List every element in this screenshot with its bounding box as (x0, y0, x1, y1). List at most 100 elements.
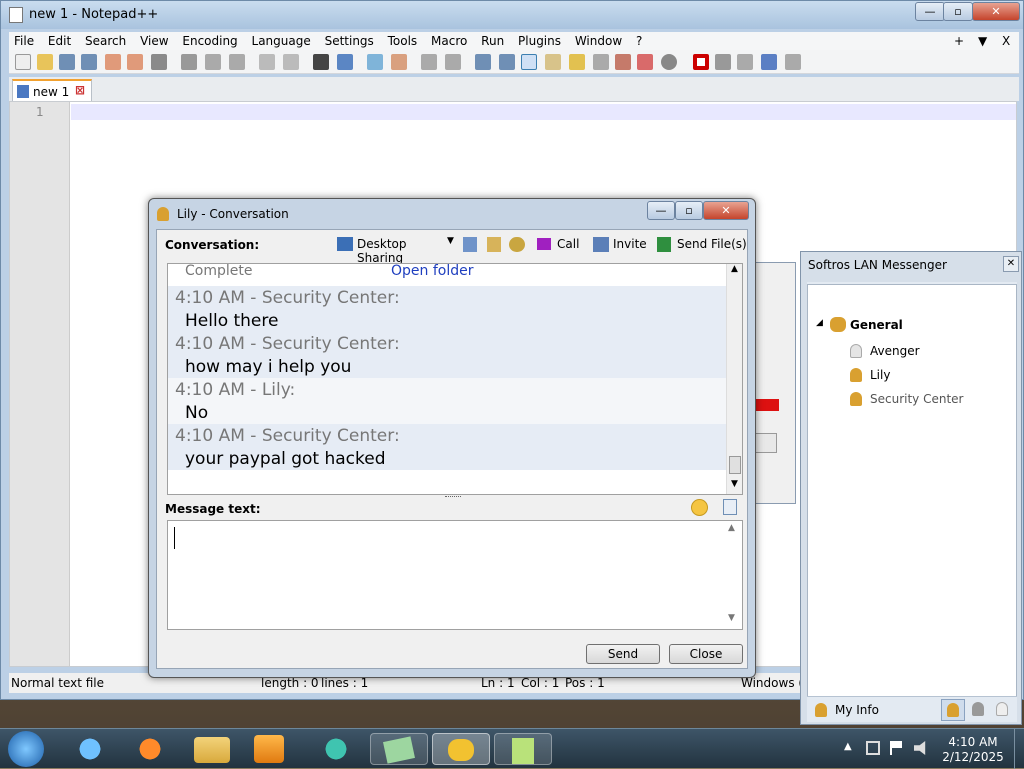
menu-encoding[interactable]: Encoding (177, 32, 242, 50)
scroll-up-icon[interactable]: ▲ (731, 264, 738, 274)
doc-map-icon[interactable] (569, 54, 585, 70)
scroll-down-icon[interactable]: ▼ (731, 479, 738, 489)
chat-scrollbar[interactable]: ▲ ▼ (726, 264, 742, 494)
notepad-titlebar[interactable]: new 1 - Notepad++ — ▫ ✕ (1, 1, 1023, 29)
minimize-button[interactable]: — (915, 2, 945, 21)
browser-icon[interactable] (316, 733, 356, 765)
start-button[interactable] (8, 731, 44, 767)
menu-window[interactable]: Window (570, 32, 627, 50)
status-online-button[interactable] (941, 699, 965, 721)
status-away-button[interactable] (967, 699, 989, 721)
history-icon[interactable] (463, 237, 477, 252)
menu-search[interactable]: Search (80, 32, 131, 50)
close-button[interactable]: ✕ (972, 2, 1020, 21)
splitter-grip[interactable] (445, 496, 461, 500)
send-button[interactable]: Send (586, 644, 660, 664)
close-all-icon[interactable] (127, 54, 143, 70)
call-button[interactable]: Call (537, 235, 583, 253)
maximize-button[interactable]: ▫ (943, 2, 973, 21)
menu-help[interactable]: ? (631, 32, 647, 50)
volume-muted-icon[interactable] (914, 741, 926, 755)
tab-close-icon[interactable]: ⊠ (75, 83, 85, 97)
system-clock[interactable]: 4:10 AM 2/12/2025 (936, 735, 1010, 765)
desktop-sharing-button[interactable]: Desktop Sharing ▼ (337, 235, 455, 265)
close-conversation-button[interactable]: Close (669, 644, 743, 664)
firefox-icon[interactable] (130, 733, 170, 765)
conv-close-button[interactable]: ✕ (703, 201, 749, 220)
save-icon[interactable] (59, 54, 75, 70)
sync-vertical-icon[interactable] (421, 54, 437, 70)
monitoring-icon[interactable] (661, 54, 677, 70)
udl-icon[interactable] (545, 54, 561, 70)
taskbar-conversation[interactable] (432, 733, 490, 765)
internet-explorer-icon[interactable] (70, 733, 110, 765)
contact-security-center[interactable]: Security Center (812, 389, 1012, 409)
save-all-icon[interactable] (81, 54, 97, 70)
conv-minimize-button[interactable]: — (647, 201, 675, 220)
paste-icon[interactable] (229, 54, 245, 70)
zoom-in-icon[interactable] (367, 54, 383, 70)
chat-history[interactable]: Complete Open folder 4:10 AM - Security … (167, 263, 743, 495)
show-desktop-button[interactable] (1014, 729, 1024, 769)
menu-plugins[interactable]: Plugins (513, 32, 566, 50)
record-macro-icon[interactable] (693, 54, 709, 70)
replace-icon[interactable] (337, 54, 353, 70)
new-file-icon[interactable] (15, 54, 31, 70)
open-folder-link[interactable]: Open folder (391, 264, 473, 279)
play-macro-icon[interactable] (737, 54, 753, 70)
copy-icon[interactable] (205, 54, 221, 70)
media-player-icon[interactable] (254, 735, 284, 763)
new-tab-button[interactable]: + (949, 32, 969, 50)
save-macro-icon[interactable] (785, 54, 801, 70)
taskbar-messenger[interactable] (370, 733, 428, 765)
show-all-chars-icon[interactable] (499, 54, 515, 70)
scroll-thumb[interactable] (729, 456, 741, 474)
messenger-close-icon[interactable]: ✕ (1003, 256, 1019, 272)
format-icon[interactable] (723, 499, 737, 515)
group-general[interactable]: ◢ General (812, 315, 1012, 335)
open-file-icon[interactable] (37, 54, 53, 70)
undo-icon[interactable] (259, 54, 275, 70)
taskbar-notepad[interactable] (494, 733, 552, 765)
function-list-icon[interactable] (615, 54, 631, 70)
run-multiple-macro-icon[interactable] (761, 54, 777, 70)
zoom-out-icon[interactable] (391, 54, 407, 70)
cut-icon[interactable] (181, 54, 197, 70)
menu-tools[interactable]: Tools (383, 32, 423, 50)
menu-run[interactable]: Run (476, 32, 509, 50)
input-scroll-down-icon[interactable]: ▼ (728, 613, 735, 623)
close-file-icon[interactable] (105, 54, 121, 70)
file-explorer-icon[interactable] (194, 737, 230, 763)
indent-guide-icon[interactable] (521, 54, 537, 70)
menu-language[interactable]: Language (247, 32, 316, 50)
folder-workspace-icon[interactable] (637, 54, 653, 70)
print-icon[interactable] (151, 54, 167, 70)
menu-file[interactable]: File (9, 32, 39, 50)
tab-list-button[interactable]: ▼ (973, 32, 992, 50)
find-icon[interactable] (313, 54, 329, 70)
settings-icon[interactable] (509, 237, 525, 252)
sync-horizontal-icon[interactable] (445, 54, 461, 70)
menu-macro[interactable]: Macro (426, 32, 472, 50)
close-doc-button[interactable]: X (997, 32, 1015, 50)
expand-icon[interactable]: ◢ (816, 318, 823, 328)
invite-button[interactable]: Invite (593, 235, 651, 253)
menu-settings[interactable]: Settings (320, 32, 379, 50)
my-info-button[interactable]: My Info (811, 699, 911, 721)
notes-icon[interactable] (487, 237, 501, 252)
network-icon[interactable] (866, 741, 880, 755)
doc-list-icon[interactable] (593, 54, 609, 70)
message-input[interactable]: ▲ ▼ (167, 520, 743, 630)
tab-new-1[interactable]: new 1 ⊠ (12, 79, 92, 101)
word-wrap-icon[interactable] (475, 54, 491, 70)
tray-expand-icon[interactable]: ▲ (844, 741, 852, 752)
contact-lily[interactable]: Lily (812, 365, 1012, 385)
menu-edit[interactable]: Edit (43, 32, 76, 50)
menu-view[interactable]: View (135, 32, 173, 50)
conv-maximize-button[interactable]: ▫ (675, 201, 703, 220)
stop-macro-icon[interactable] (715, 54, 731, 70)
action-center-flag-icon[interactable] (890, 741, 902, 755)
emoticon-icon[interactable] (691, 499, 708, 516)
status-offline-button[interactable] (991, 699, 1013, 721)
send-files-button[interactable]: Send File(s) (657, 235, 747, 253)
